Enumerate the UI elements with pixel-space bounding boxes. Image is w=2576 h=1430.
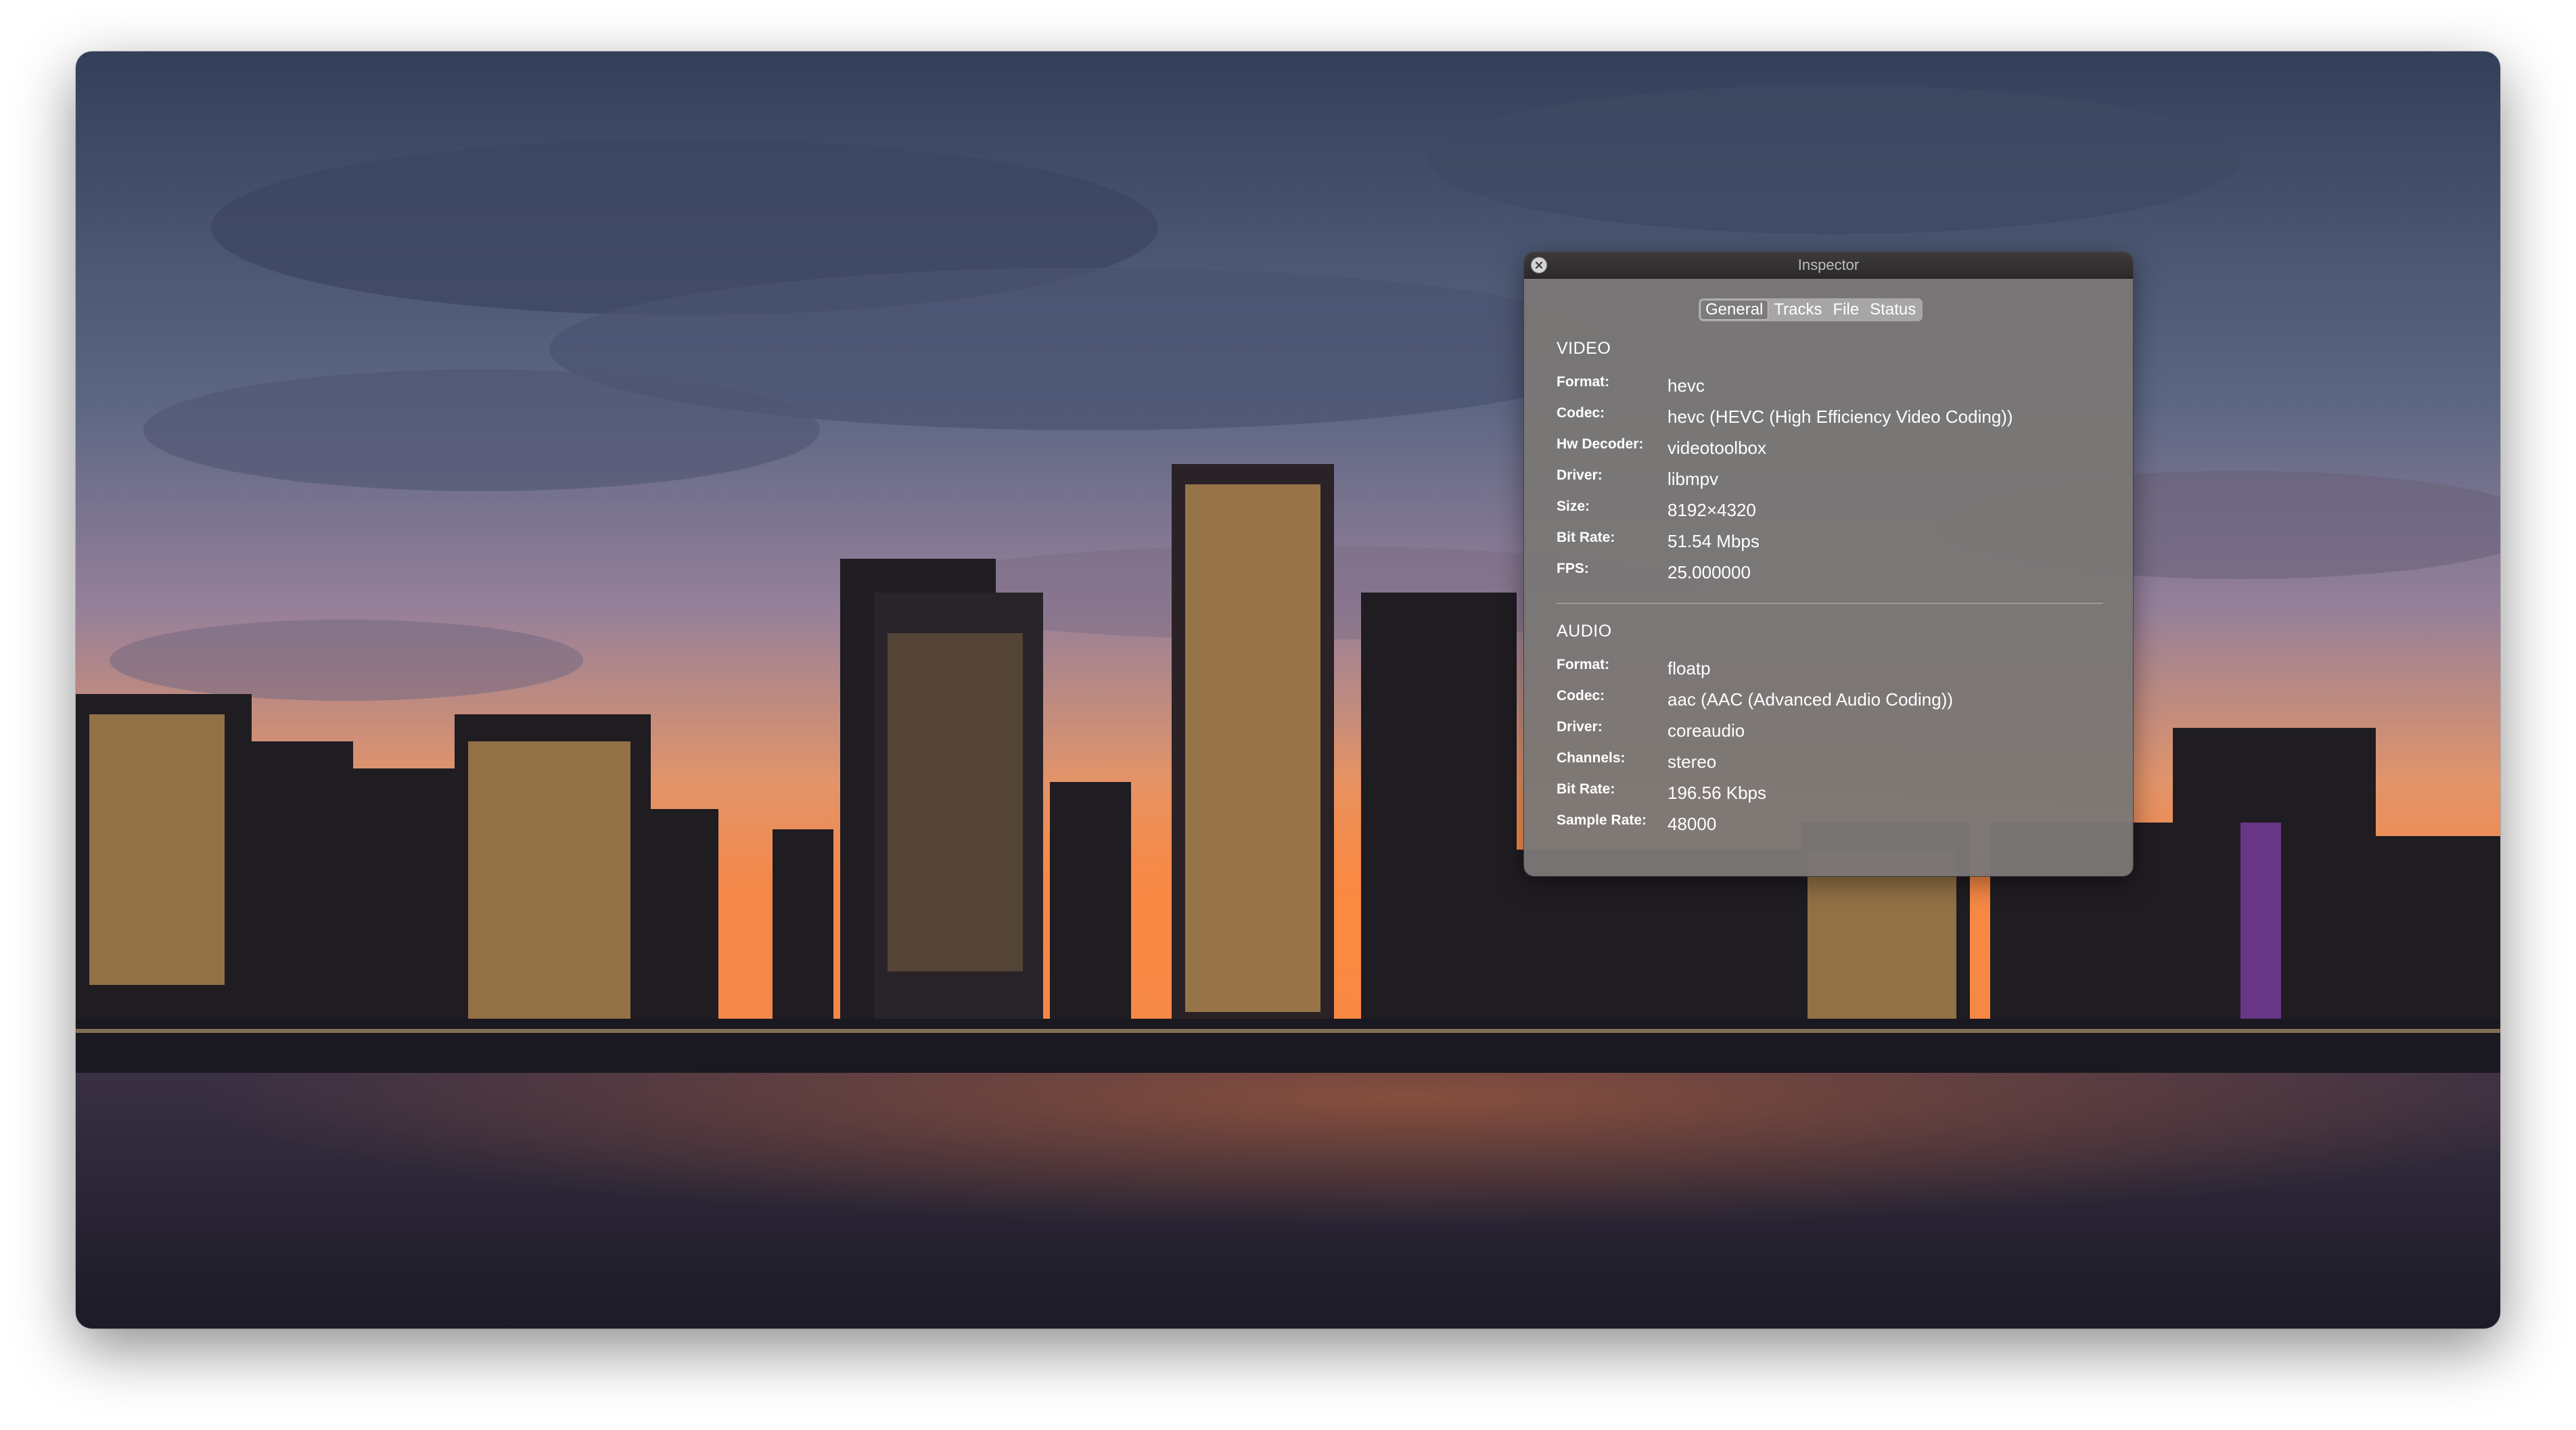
audio-bitrate-label: Bit Rate: [1557,781,1615,797]
audio-codec-label: Codec: [1557,688,1605,704]
audio-samplerate-value: 48000 [1668,814,1717,834]
video-bitrate-row: Bit Rate: 51.54 Mbps [1557,530,2111,553]
tab-tracks[interactable]: Tracks [1768,300,1827,320]
video-hwdec-row: Hw Decoder: videotoolbox [1557,436,2111,459]
audio-channels-row: Channels: stereo [1557,750,2111,773]
video-driver-label: Driver: [1557,467,1603,483]
video-format-row: Format: hevc [1557,374,2111,397]
audio-bitrate-value: 196.56 Kbps [1668,783,1767,803]
video-bitrate-value: 51.54 Mbps [1668,531,1760,551]
audio-channels-value: stereo [1668,752,1717,772]
video-bitrate-label: Bit Rate: [1557,530,1615,545]
inspector-title: Inspector [1797,256,1860,273]
video-format-label: Format: [1557,374,1610,390]
video-size-value: 8192×4320 [1668,500,1756,520]
audio-codec-value: aac (AAC (Advanced Audio Coding)) [1668,689,1954,710]
audio-driver-label: Driver: [1557,719,1603,735]
audio-format-label: Format: [1557,657,1610,672]
video-player-window[interactable]: Inspector General Tracks File Status VID… [76,51,2500,1329]
audio-section-heading: AUDIO [1557,622,1612,641]
video-hwdec-value: videotoolbox [1668,438,1766,458]
audio-codec-row: Codec: aac (AAC (Advanced Audio Coding)) [1557,688,2111,711]
video-fps-value: 25.000000 [1668,562,1751,582]
audio-format-value: floatp [1668,658,1711,678]
inspector-panel: Inspector General Tracks File Status VID… [1523,252,2134,877]
tab-status[interactable]: Status [1864,300,1921,320]
video-frame[interactable] [76,51,2500,1329]
audio-driver-value: coreaudio [1668,720,1745,741]
video-size-label: Size: [1557,499,1590,514]
video-driver-row: Driver: libmpv [1557,467,2111,490]
section-divider [1557,603,2103,604]
audio-channels-label: Channels: [1557,750,1626,766]
video-size-row: Size: 8192×4320 [1557,499,2111,522]
inspector-titlebar[interactable]: Inspector [1524,252,2133,279]
video-fps-label: FPS: [1557,561,1589,576]
video-codec-label: Codec: [1557,405,1605,421]
tab-general[interactable]: General [1700,300,1769,320]
audio-bitrate-row: Bit Rate: 196.56 Kbps [1557,781,2111,804]
video-fps-row: FPS: 25.000000 [1557,561,2111,584]
tab-file[interactable]: File [1828,300,1865,320]
video-format-value: hevc [1668,375,1705,396]
audio-samplerate-label: Sample Rate: [1557,812,1647,828]
video-section-heading: VIDEO [1557,339,1611,358]
video-codec-row: Codec: hevc (HEVC (High Efficiency Video… [1557,405,2111,428]
video-driver-value: libmpv [1668,469,1719,489]
video-hwdec-label: Hw Decoder: [1557,436,1644,452]
audio-driver-row: Driver: coreaudio [1557,719,2111,742]
audio-format-row: Format: floatp [1557,657,2111,680]
video-codec-value: hevc (HEVC (High Efficiency Video Coding… [1668,407,2013,427]
audio-samplerate-row: Sample Rate: 48000 [1557,812,2111,835]
inspector-tab-bar: General Tracks File Status [1699,298,1923,321]
